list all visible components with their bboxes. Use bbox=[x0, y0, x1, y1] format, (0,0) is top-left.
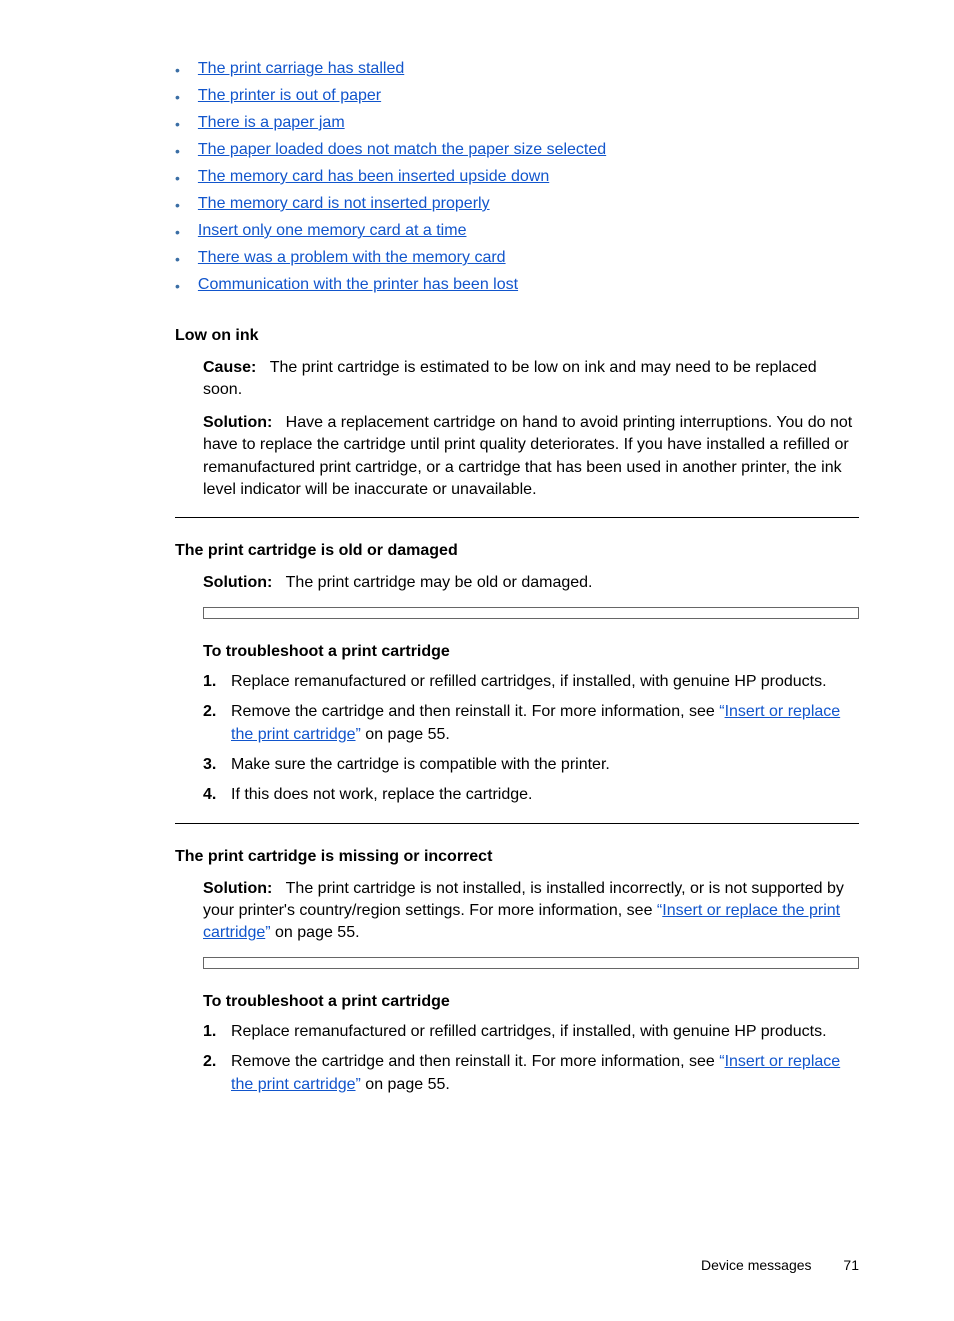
low-on-ink-content: Cause: The print cartridge is estimated … bbox=[175, 357, 859, 501]
solution-label: Solution: bbox=[203, 574, 272, 591]
footer-label: Device messages bbox=[701, 1257, 812, 1273]
section-divider bbox=[175, 517, 859, 518]
step-text: Replace remanufactured or refilled cartr… bbox=[231, 671, 827, 693]
heading-low-on-ink: Low on ink bbox=[175, 327, 859, 345]
solution-paragraph: Solution: Have a replacement cartridge o… bbox=[203, 412, 859, 502]
step-item: 3.Make sure the cartridge is compatible … bbox=[203, 754, 859, 776]
solution-text: The print cartridge may be old or damage… bbox=[286, 574, 593, 591]
topic-link[interactable]: The memory card has been inserted upside… bbox=[198, 168, 549, 186]
old-damaged-content: Solution: The print cartridge may be old… bbox=[175, 572, 859, 594]
bullet-icon: • bbox=[175, 195, 180, 216]
list-item: • The memory card has been inserted upsid… bbox=[175, 168, 859, 189]
step-item: 1.Replace remanufactured or refilled car… bbox=[203, 671, 859, 693]
step-item: 2.Remove the cartridge and then reinstal… bbox=[203, 1051, 859, 1096]
heading-old-damaged: The print cartridge is old or damaged bbox=[175, 542, 859, 560]
subheading-troubleshoot: To troubleshoot a print cartridge bbox=[203, 993, 859, 1011]
box-divider bbox=[203, 607, 859, 619]
topic-link[interactable]: The memory card is not inserted properly bbox=[198, 195, 490, 213]
step-number: 2. bbox=[203, 1051, 231, 1073]
bullet-icon: • bbox=[175, 222, 180, 243]
list-item: • The memory card is not inserted properl… bbox=[175, 195, 859, 216]
step-text: Remove the cartridge and then reinstall … bbox=[231, 701, 859, 746]
page-footer: Device messages 71 bbox=[701, 1257, 859, 1273]
bullet-icon: • bbox=[175, 114, 180, 135]
section-divider bbox=[175, 823, 859, 824]
list-item: • There is a paper jam bbox=[175, 114, 859, 135]
solution-label: Solution: bbox=[203, 880, 272, 897]
topic-link[interactable]: There is a paper jam bbox=[198, 114, 345, 132]
step-text: Make sure the cartridge is compatible wi… bbox=[231, 754, 610, 776]
troubleshoot-block-1: To troubleshoot a print cartridge 1.Repl… bbox=[175, 643, 859, 807]
step-item: 1.Replace remanufactured or refilled car… bbox=[203, 1021, 859, 1043]
topic-link[interactable]: The print carriage has stalled bbox=[198, 60, 404, 78]
numbered-steps: 1.Replace remanufactured or refilled car… bbox=[203, 1021, 859, 1096]
solution-text: Have a replacement cartridge on hand to … bbox=[203, 414, 852, 498]
missing-incorrect-content: Solution: The print cartridge is not ins… bbox=[175, 878, 859, 945]
list-item: • The paper loaded does not match the pap… bbox=[175, 141, 859, 162]
step-number: 1. bbox=[203, 671, 231, 693]
step-number: 2. bbox=[203, 701, 231, 723]
topic-link[interactable]: There was a problem with the memory card bbox=[198, 249, 506, 267]
cause-text: The print cartridge is estimated to be l… bbox=[203, 359, 817, 398]
troubleshoot-block-2: To troubleshoot a print cartridge 1.Repl… bbox=[175, 993, 859, 1096]
bullet-icon: • bbox=[175, 276, 180, 297]
step-text: If this does not work, replace the cartr… bbox=[231, 784, 532, 806]
list-item: • Insert only one memory card at a time bbox=[175, 222, 859, 243]
box-divider bbox=[203, 957, 859, 969]
bullet-icon: • bbox=[175, 87, 180, 108]
step-item: 4.If this does not work, replace the car… bbox=[203, 784, 859, 806]
step-text: Replace remanufactured or refilled cartr… bbox=[231, 1021, 827, 1043]
list-item: • The print carriage has stalled bbox=[175, 60, 859, 81]
page-number: 71 bbox=[843, 1257, 859, 1273]
heading-missing-incorrect: The print cartridge is missing or incorr… bbox=[175, 848, 859, 866]
list-item: • The printer is out of paper bbox=[175, 87, 859, 108]
bullet-icon: • bbox=[175, 141, 180, 162]
topic-links-list: • The print carriage has stalled • The pri… bbox=[175, 60, 859, 297]
numbered-steps: 1.Replace remanufactured or refilled car… bbox=[203, 671, 859, 807]
subheading-troubleshoot: To troubleshoot a print cartridge bbox=[203, 643, 859, 661]
topic-link[interactable]: The printer is out of paper bbox=[198, 87, 381, 105]
bullet-icon: • bbox=[175, 60, 180, 81]
solution-text: The print cartridge is not installed, is… bbox=[203, 880, 844, 942]
solution-label: Solution: bbox=[203, 414, 272, 431]
solution-paragraph: Solution: The print cartridge may be old… bbox=[203, 572, 859, 594]
cause-paragraph: Cause: The print cartridge is estimated … bbox=[203, 357, 859, 402]
cause-label: Cause: bbox=[203, 359, 256, 376]
bullet-icon: • bbox=[175, 249, 180, 270]
step-number: 4. bbox=[203, 784, 231, 806]
step-item: 2.Remove the cartridge and then reinstal… bbox=[203, 701, 859, 746]
solution-paragraph: Solution: The print cartridge is not ins… bbox=[203, 878, 859, 945]
bullet-icon: • bbox=[175, 168, 180, 189]
list-item: • There was a problem with the memory car… bbox=[175, 249, 859, 270]
step-number: 3. bbox=[203, 754, 231, 776]
topic-link[interactable]: The paper loaded does not match the pape… bbox=[198, 141, 606, 159]
step-text: Remove the cartridge and then reinstall … bbox=[231, 1051, 859, 1096]
topic-link[interactable]: Insert only one memory card at a time bbox=[198, 222, 467, 240]
step-number: 1. bbox=[203, 1021, 231, 1043]
list-item: • Communication with the printer has been… bbox=[175, 276, 859, 297]
topic-link[interactable]: Communication with the printer has been … bbox=[198, 276, 518, 294]
